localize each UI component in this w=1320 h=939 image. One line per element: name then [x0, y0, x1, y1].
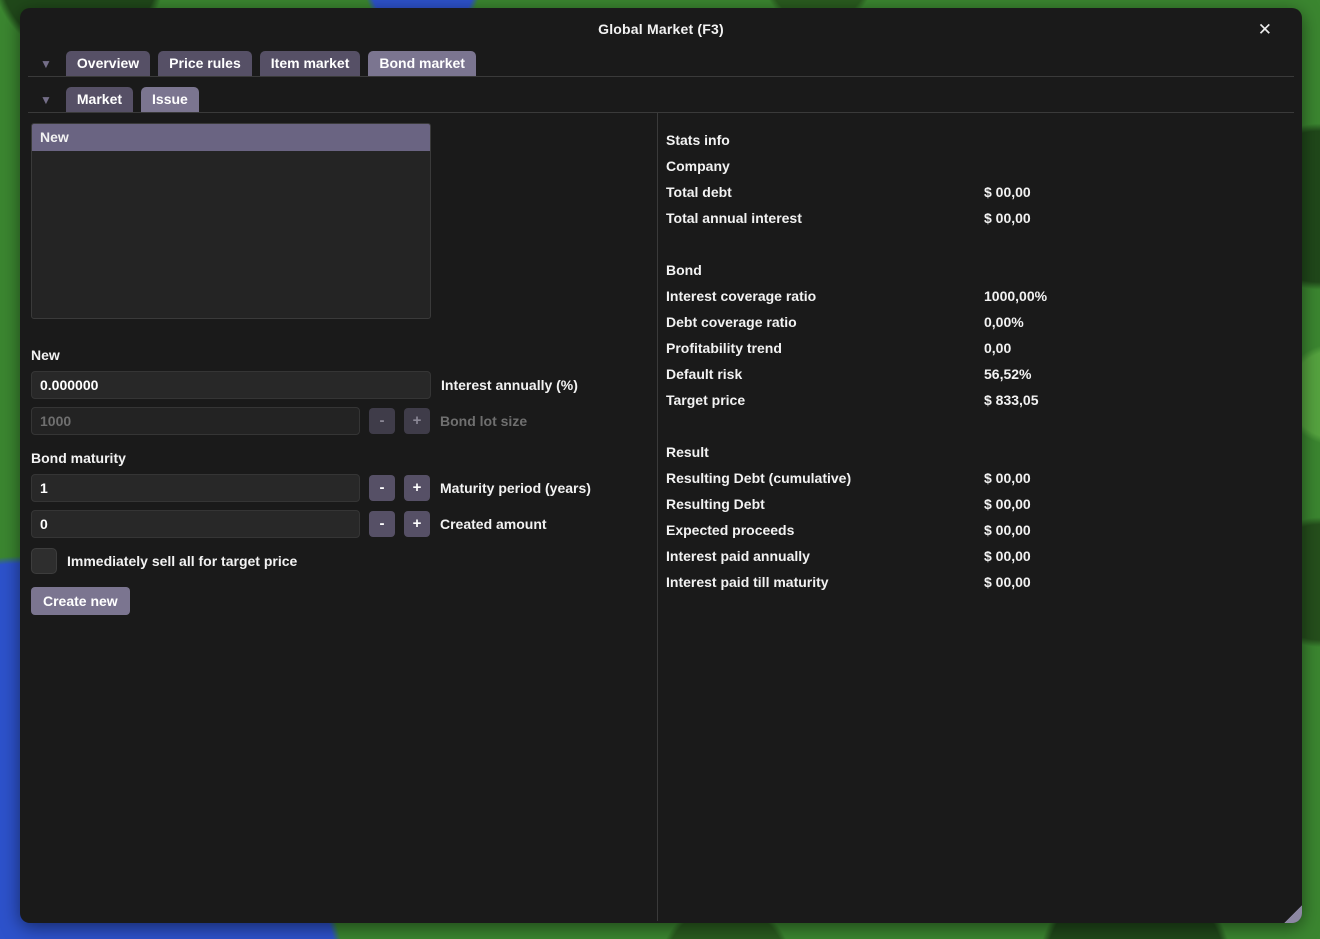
stats-heading-company: Company — [666, 153, 1282, 179]
stat-label: Interest paid annually — [666, 543, 984, 569]
created-amount-plus-button[interactable]: + — [404, 511, 430, 537]
section-spacer — [666, 413, 1282, 439]
stat-value: 0,00 — [984, 335, 1011, 361]
created-amount-row: - + Created amount — [31, 510, 657, 538]
stat-row: Interest paid till maturity $ 00,00 — [666, 569, 1282, 595]
collapse-arrow-icon[interactable]: ▼ — [40, 57, 58, 76]
stat-value: $ 00,00 — [984, 569, 1031, 595]
stat-value: $ 00,00 — [984, 205, 1031, 231]
sell-all-checkbox[interactable] — [31, 548, 57, 574]
stat-label: Target price — [666, 387, 984, 413]
maturity-plus-button[interactable]: + — [404, 475, 430, 501]
sell-all-label: Immediately sell all for target price — [67, 553, 297, 569]
lot-size-input — [31, 407, 360, 435]
stats-heading-result: Result — [666, 439, 1282, 465]
created-amount-label: Created amount — [440, 516, 547, 532]
stat-value: 1000,00% — [984, 283, 1047, 309]
interest-input[interactable] — [31, 371, 431, 399]
stat-value: $ 00,00 — [984, 179, 1031, 205]
lot-size-plus-button: + — [404, 408, 430, 434]
stat-value: $ 00,00 — [984, 491, 1031, 517]
stat-row: Default risk 56,52% — [666, 361, 1282, 387]
stats-heading-bond: Bond — [666, 257, 1282, 283]
interest-row: Interest annually (%) — [31, 371, 657, 399]
window-title: Global Market (F3) — [598, 21, 724, 37]
stat-label: Resulting Debt — [666, 491, 984, 517]
stat-label: Total debt — [666, 179, 984, 205]
stat-value: $ 00,00 — [984, 543, 1031, 569]
interest-label: Interest annually (%) — [441, 377, 578, 393]
stat-row: Total annual interest $ 00,00 — [666, 205, 1282, 231]
global-market-window: Global Market (F3) ✕ ▼ Overview Price ru… — [20, 8, 1302, 923]
list-item[interactable]: New — [32, 124, 430, 151]
stat-value: 0,00% — [984, 309, 1024, 335]
stat-row: Interest paid annually $ 00,00 — [666, 543, 1282, 569]
create-new-button[interactable]: Create new — [31, 587, 130, 615]
stats-title: Stats info — [666, 127, 1282, 153]
stat-value: $ 00,00 — [984, 517, 1031, 543]
created-amount-minus-button[interactable]: - — [369, 511, 395, 537]
tab-item-market[interactable]: Item market — [260, 51, 361, 76]
stat-row: Debt coverage ratio 0,00% — [666, 309, 1282, 335]
section-spacer — [666, 231, 1282, 257]
stat-value: 56,52% — [984, 361, 1031, 387]
collapse-arrow-icon[interactable]: ▼ — [40, 93, 58, 112]
stat-label: Interest paid till maturity — [666, 569, 984, 595]
stat-row: Total debt $ 00,00 — [666, 179, 1282, 205]
bond-maturity-heading: Bond maturity — [31, 450, 657, 466]
stat-row: Expected proceeds $ 00,00 — [666, 517, 1282, 543]
stat-value: $ 833,05 — [984, 387, 1039, 413]
stat-row: Resulting Debt (cumulative) $ 00,00 — [666, 465, 1282, 491]
secondary-tabrow: ▼ Market Issue — [28, 77, 1294, 113]
stat-row: Profitability trend 0,00 — [666, 335, 1282, 361]
issue-form-pane: New New Interest annually (%) - + Bond l… — [20, 113, 657, 921]
form-heading: New — [31, 347, 657, 363]
lot-size-label: Bond lot size — [440, 413, 527, 429]
created-amount-input[interactable] — [31, 510, 360, 538]
maturity-input[interactable] — [31, 474, 360, 502]
lot-size-minus-button: - — [369, 408, 395, 434]
primary-tabrow: ▼ Overview Price rules Item market Bond … — [28, 50, 1294, 77]
stat-label: Total annual interest — [666, 205, 984, 231]
resize-handle[interactable] — [1282, 903, 1302, 923]
stat-value: $ 00,00 — [984, 465, 1031, 491]
stat-row: Interest coverage ratio 1000,00% — [666, 283, 1282, 309]
tab-overview[interactable]: Overview — [66, 51, 150, 76]
stats-pane: Stats info Company Total debt $ 00,00 To… — [657, 113, 1302, 921]
tab-bond-market[interactable]: Bond market — [368, 51, 476, 76]
content-area: New New Interest annually (%) - + Bond l… — [20, 113, 1302, 921]
lot-size-row: - + Bond lot size — [31, 407, 657, 435]
stat-row: Resulting Debt $ 00,00 — [666, 491, 1282, 517]
stat-label: Debt coverage ratio — [666, 309, 984, 335]
stat-label: Resulting Debt (cumulative) — [666, 465, 984, 491]
tab-issue[interactable]: Issue — [141, 87, 199, 112]
stat-label: Interest coverage ratio — [666, 283, 984, 309]
tab-price-rules[interactable]: Price rules — [158, 51, 252, 76]
tab-market[interactable]: Market — [66, 87, 133, 112]
bond-list[interactable]: New — [31, 123, 431, 319]
stat-label: Profitability trend — [666, 335, 984, 361]
titlebar: Global Market (F3) ✕ — [20, 8, 1302, 50]
maturity-label: Maturity period (years) — [440, 480, 591, 496]
stat-row: Target price $ 833,05 — [666, 387, 1282, 413]
stat-label: Expected proceeds — [666, 517, 984, 543]
close-icon[interactable]: ✕ — [1258, 21, 1272, 38]
maturity-row: - + Maturity period (years) — [31, 474, 657, 502]
stat-label: Default risk — [666, 361, 984, 387]
sell-all-row: Immediately sell all for target price — [31, 548, 657, 574]
maturity-minus-button[interactable]: - — [369, 475, 395, 501]
